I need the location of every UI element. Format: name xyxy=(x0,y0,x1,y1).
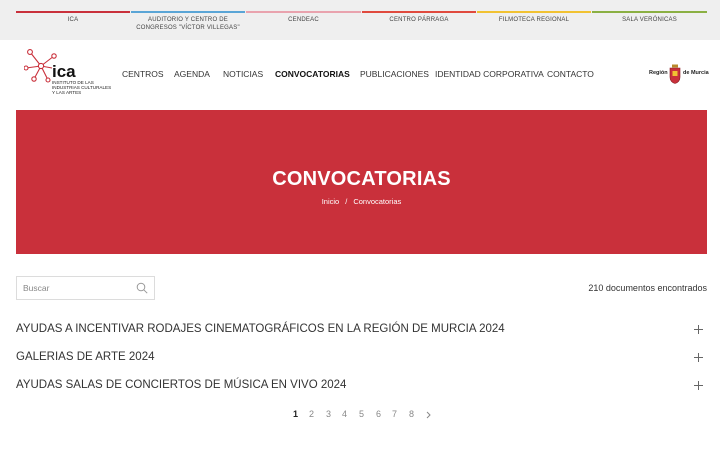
coat-of-arms-icon xyxy=(669,64,681,84)
results-count: 210 documentos encontrados xyxy=(588,283,707,293)
site-color-bar xyxy=(362,11,476,13)
site-link-ica[interactable]: ICA xyxy=(16,11,130,37)
site-link-centro-parraga[interactable]: CENTRO PÁRRAGA xyxy=(362,11,476,37)
page-8[interactable]: 8 xyxy=(409,409,414,419)
site-link-auditorio[interactable]: AUDITORIO Y CENTRO DE CONGRESOS "VÍCTOR … xyxy=(131,11,245,37)
page-5[interactable]: 5 xyxy=(359,409,364,419)
nav-publicaciones[interactable]: PUBLICACIONES xyxy=(360,69,429,79)
site-label: ICA xyxy=(67,17,79,23)
site-link-sala-veronicas[interactable]: SALA VERÓNICAS xyxy=(592,11,707,37)
site-link-filmoteca[interactable]: FILMOTECA REGIONAL xyxy=(477,11,591,37)
site-color-bar xyxy=(246,11,361,13)
site-label: AUDITORIO Y CENTRO DE CONGRESOS "VÍCTOR … xyxy=(136,17,240,31)
list-item[interactable]: AYUDAS A INCENTIVAR RODAJES CINEMATOGRÁF… xyxy=(16,323,707,341)
nav-centros[interactable]: CENTROS xyxy=(122,69,164,79)
region-label-right: de Murcia xyxy=(683,70,709,76)
chevron-right-icon[interactable] xyxy=(425,411,432,419)
nav-convocatorias[interactable]: CONVOCATORIAS xyxy=(275,69,350,79)
site-label: CENTRO PÁRRAGA xyxy=(389,17,449,23)
plus-icon[interactable] xyxy=(694,325,703,334)
list-item-title: AYUDAS SALAS DE CONCIERTOS DE MÚSICA EN … xyxy=(16,379,347,391)
region-label-left: Región xyxy=(649,70,668,76)
list-item-title: AYUDAS A INCENTIVAR RODAJES CINEMATOGRÁF… xyxy=(16,323,505,335)
site-color-bar xyxy=(16,11,130,13)
page-4[interactable]: 4 xyxy=(342,409,347,419)
plus-icon[interactable] xyxy=(694,353,703,362)
logo-subtitle: INSTITUTO DE LAS INDUSTRIAS CULTURALES Y… xyxy=(52,80,112,95)
site-link-cendeac[interactable]: CENDEAC xyxy=(246,11,361,37)
site-color-bar xyxy=(131,11,245,13)
breadcrumb: Inicio / Convocatorias xyxy=(16,197,707,206)
nav-contacto[interactable]: CONTACTO xyxy=(547,69,594,79)
page-6[interactable]: 6 xyxy=(376,409,381,419)
plus-icon[interactable] xyxy=(694,381,703,390)
nav-identidad-corporativa[interactable]: IDENTIDAD CORPORATIVA xyxy=(435,69,544,79)
site-label: SALA VERÓNICAS xyxy=(622,17,677,23)
page-3[interactable]: 3 xyxy=(326,409,331,419)
sites-strip: ICA AUDITORIO Y CENTRO DE CONGRESOS "VÍC… xyxy=(0,0,720,40)
page-title: CONVOCATORIAS xyxy=(272,168,451,190)
search-icon[interactable] xyxy=(136,282,148,294)
logo-wordmark: ica xyxy=(52,62,76,81)
list-item-title: GALERIAS DE ARTE 2024 xyxy=(16,351,155,363)
breadcrumb-current[interactable]: Convocatorias xyxy=(353,197,401,206)
list-item[interactable]: AYUDAS SALAS DE CONCIERTOS DE MÚSICA EN … xyxy=(16,379,707,397)
site-label: FILMOTECA REGIONAL xyxy=(498,17,570,23)
region-de-murcia-logo[interactable]: Región de Murcia xyxy=(648,64,710,86)
search-input[interactable] xyxy=(17,277,127,299)
search-box xyxy=(16,276,155,300)
breadcrumb-separator: / xyxy=(345,197,348,206)
page-7[interactable]: 7 xyxy=(392,409,397,419)
nav-agenda[interactable]: AGENDA xyxy=(174,69,210,79)
page-2[interactable]: 2 xyxy=(309,409,314,419)
site-color-bar xyxy=(477,11,591,13)
nav-noticias[interactable]: NOTICIAS xyxy=(223,69,263,79)
site-label: CENDEAC xyxy=(288,17,319,23)
breadcrumb-home[interactable]: Inicio xyxy=(322,197,340,206)
page-1[interactable]: 1 xyxy=(293,409,298,419)
page-banner: CONVOCATORIAS Inicio / Convocatorias xyxy=(16,110,707,254)
site-color-bar xyxy=(592,11,707,13)
list-item[interactable]: GALERIAS DE ARTE 2024 xyxy=(16,351,707,369)
